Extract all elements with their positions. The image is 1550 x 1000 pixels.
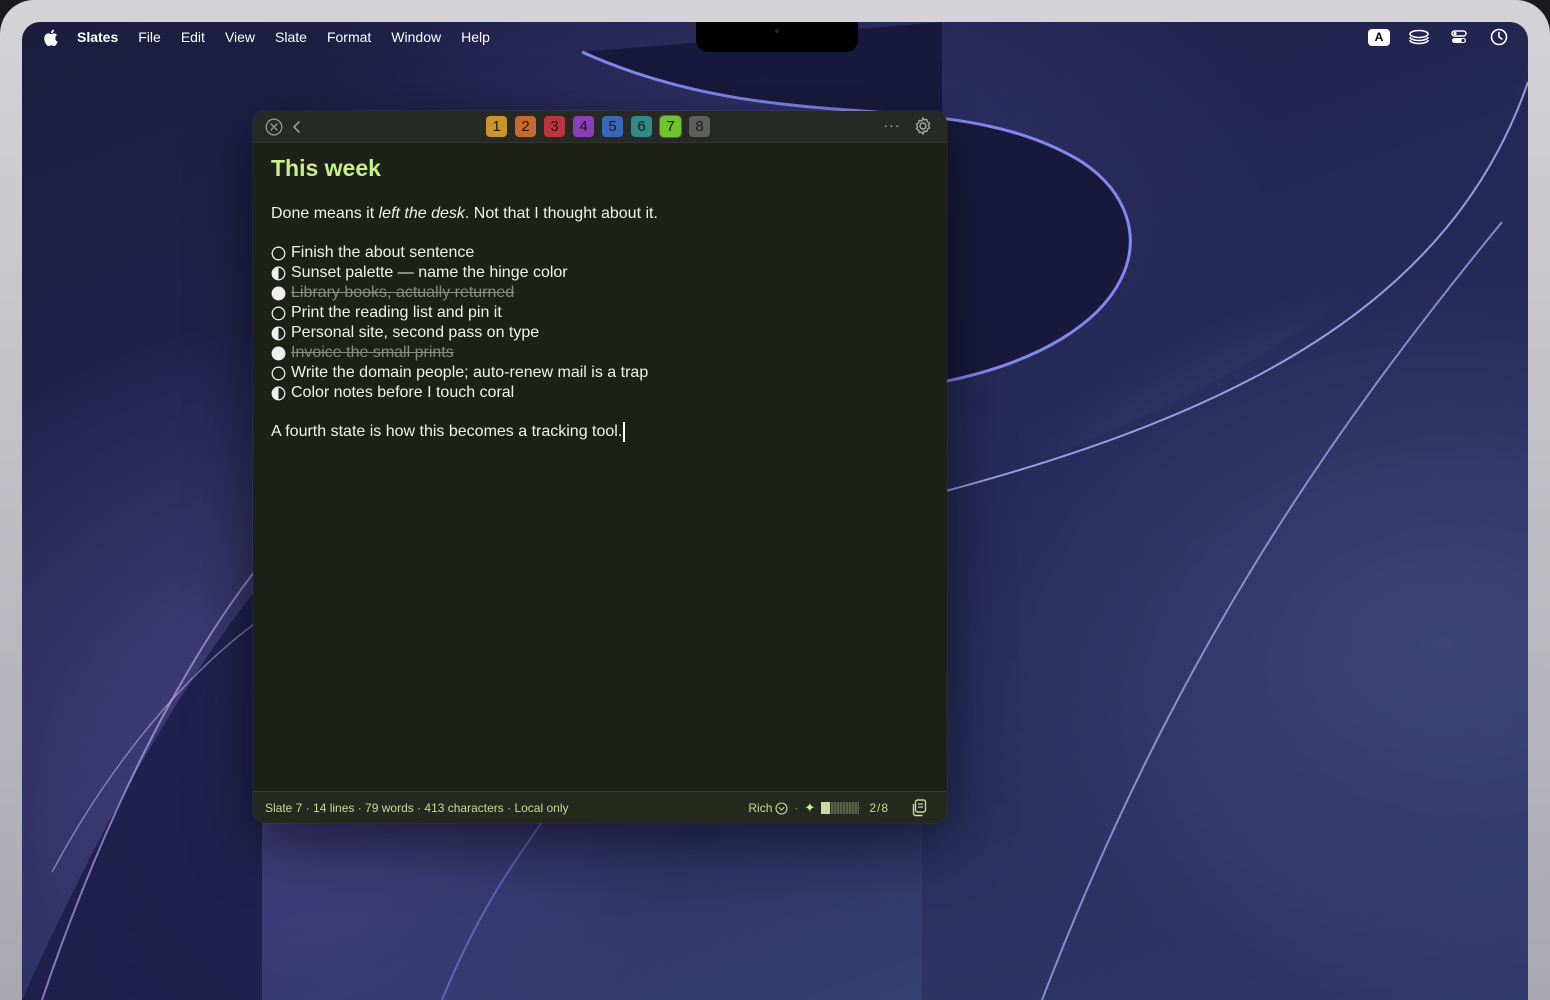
camera <box>775 29 779 33</box>
note-title: This week <box>271 155 381 181</box>
format-mode-selector[interactable]: Rich <box>748 801 788 815</box>
tab-slate-5[interactable]: 5 <box>602 116 623 137</box>
list-item: Print the reading list and pin it <box>271 303 931 323</box>
close-icon[interactable] <box>265 118 283 136</box>
list-item: Sunset palette — name the hinge color <box>271 263 931 283</box>
list-item-text: Personal site, second pass on type <box>291 324 540 341</box>
slates-window: 1 2 3 4 5 6 7 8 ··· This week Done means… <box>253 111 947 823</box>
stack-icon[interactable] <box>1408 27 1430 47</box>
tab-slate-1[interactable]: 1 <box>486 116 507 137</box>
app-menu-slates[interactable]: Slates <box>77 29 118 45</box>
tab-slate-4[interactable]: 4 <box>573 116 594 137</box>
menu-slate[interactable]: Slate <box>275 29 307 45</box>
half-circle-icon[interactable] <box>271 386 286 401</box>
gear-icon[interactable] <box>913 116 933 136</box>
document-stats: Slate 7 · 14 lines · 79 words · 413 char… <box>265 801 569 815</box>
more-options-icon[interactable]: ··· <box>883 117 901 135</box>
list-item-text: Sunset palette — name the hinge color <box>291 264 568 281</box>
half-circle-icon[interactable] <box>271 266 286 281</box>
status-controls: Rich · ✦ 2/8 <box>748 799 927 817</box>
empty-circle-icon[interactable] <box>271 306 286 321</box>
filled-circle-icon[interactable] <box>271 286 286 301</box>
task-checklist: Finish the about sentence Sunset palette… <box>271 243 931 403</box>
capacity-meter-remaining <box>831 802 860 814</box>
list-item: Write the domain people; auto-renew mail… <box>271 363 931 383</box>
empty-circle-icon[interactable] <box>271 366 286 381</box>
half-circle-icon[interactable] <box>271 326 286 341</box>
slate-count: 2/8 <box>869 801 889 815</box>
intro-emphasis: left the desk <box>378 205 465 222</box>
intro-text-before: Done means it <box>271 205 379 222</box>
capacity-meter <box>821 802 860 814</box>
sparkle-icon[interactable]: ✦ <box>804 800 815 816</box>
menu-format[interactable]: Format <box>327 29 371 45</box>
closing-paragraph: A fourth state is how this becomes a tra… <box>271 422 931 442</box>
list-item-text: Finish the about sentence <box>291 244 475 261</box>
format-mode-label: Rich <box>748 801 773 815</box>
menu-file[interactable]: File <box>138 29 161 45</box>
empty-circle-icon[interactable] <box>271 246 286 261</box>
control-center-icon[interactable] <box>1448 27 1470 47</box>
status-bar: Slate 7 · 14 lines · 79 words · 413 char… <box>253 791 947 823</box>
list-item: Library books, actually returned <box>271 283 931 303</box>
menu-edit[interactable]: Edit <box>181 29 205 45</box>
clock-icon[interactable] <box>1488 27 1510 47</box>
intro-paragraph: Done means it left the desk. Not that I … <box>271 204 931 224</box>
camera-notch <box>696 22 858 52</box>
tab-slate-6[interactable]: 6 <box>631 116 652 137</box>
menu-window[interactable]: Window <box>391 29 441 45</box>
list-item: Color notes before I touch coral <box>271 383 931 403</box>
list-item: Personal site, second pass on type <box>271 323 931 343</box>
note-editor[interactable]: This week Done means it left the desk. N… <box>271 153 931 442</box>
input-source-badge: A <box>1368 28 1390 46</box>
intro-text-after: . Not that I thought about it. <box>464 205 658 222</box>
list-item-text: Invoice the small prints <box>291 344 454 361</box>
list-item-text: Write the domain people; auto-renew mail… <box>291 364 649 381</box>
text-caret <box>623 422 626 442</box>
copy-icon[interactable] <box>911 799 927 817</box>
list-item: Invoice the small prints <box>271 343 931 363</box>
chevron-down-circle-icon <box>775 801 788 815</box>
tab-slate-8[interactable]: 8 <box>689 116 710 137</box>
list-item: Finish the about sentence <box>271 243 931 263</box>
list-item-text: Color notes before I touch coral <box>291 384 515 401</box>
window-titlebar: 1 2 3 4 5 6 7 8 ··· <box>253 111 947 143</box>
closing-text: A fourth state is how this becomes a tra… <box>271 423 623 440</box>
input-source-menu[interactable]: A <box>1368 27 1390 47</box>
separator: · <box>794 801 799 815</box>
tab-slate-3[interactable]: 3 <box>544 116 565 137</box>
apple-menu-icon[interactable] <box>42 28 58 46</box>
chevron-left-icon[interactable] <box>291 119 303 135</box>
menu-view[interactable]: View <box>225 29 255 45</box>
list-item-text: Print the reading list and pin it <box>291 304 502 321</box>
menu-help[interactable]: Help <box>461 29 490 45</box>
tab-slate-2[interactable]: 2 <box>515 116 536 137</box>
status-menus: A <box>1368 27 1510 47</box>
slate-tabs: 1 2 3 4 5 6 7 8 <box>486 116 710 137</box>
tab-slate-7[interactable]: 7 <box>660 116 681 137</box>
capacity-meter-fill <box>821 802 831 814</box>
list-item-text: Library books, actually returned <box>291 284 515 301</box>
filled-circle-icon[interactable] <box>271 346 286 361</box>
